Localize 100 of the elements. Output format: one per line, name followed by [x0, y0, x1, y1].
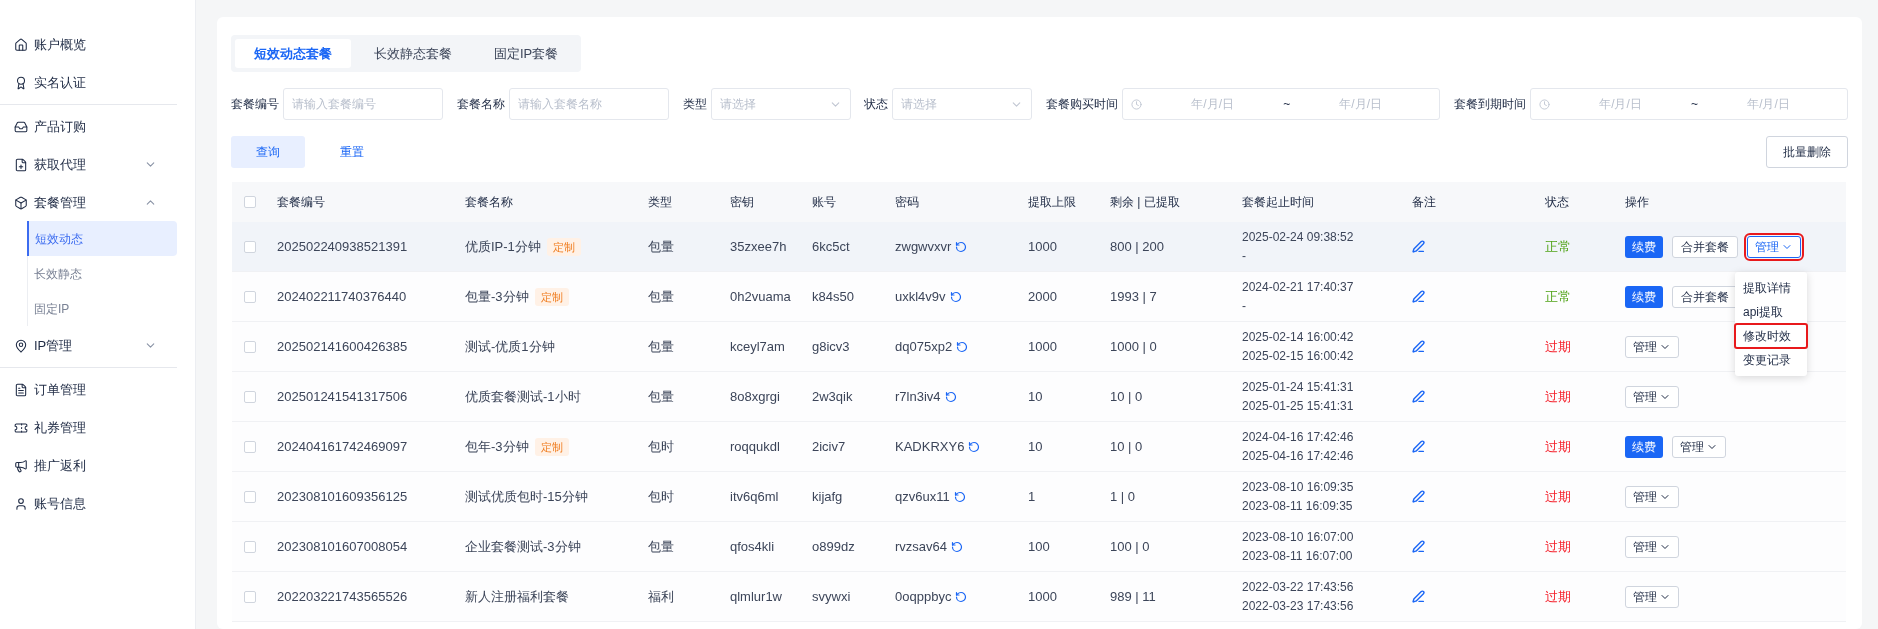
row-checkbox[interactable]: [244, 290, 256, 303]
refresh-icon[interactable]: [968, 440, 981, 453]
merge-button[interactable]: 合并套餐: [1672, 235, 1738, 258]
select-all-checkbox[interactable]: [244, 196, 256, 208]
tab[interactable]: 固定IP套餐: [475, 39, 578, 68]
table-cell-text: 202402211740376440: [277, 287, 408, 306]
sidebar-item[interactable]: 账户概览: [0, 26, 177, 63]
refresh-icon[interactable]: [951, 540, 964, 553]
column-header: 提取上限: [1028, 194, 1077, 211]
text-input[interactable]: 请输入套餐编号: [283, 88, 443, 120]
table-cell-text: uxkl4v9v: [895, 287, 946, 306]
sidebar-subitem[interactable]: 长效静态: [28, 256, 177, 291]
custom-tag: 定制: [534, 437, 569, 456]
sidebar-item[interactable]: IP管理: [0, 327, 177, 364]
renew-button[interactable]: 续费: [1625, 435, 1663, 458]
edit-icon[interactable]: [1412, 240, 1425, 253]
table-cell-text: 优质IP-1分钟: [465, 237, 541, 256]
tab[interactable]: 长效静态套餐: [355, 39, 471, 68]
renew-button[interactable]: 续费: [1625, 235, 1663, 258]
table-cell-text: 2022-03-23 17:43:56: [1242, 598, 1354, 615]
manage-dropdown-button[interactable]: 管理: [1672, 435, 1726, 458]
table-cell-text: 0h2vuama: [730, 287, 792, 306]
manage-dropdown-button[interactable]: 管理: [1625, 335, 1679, 358]
sidebar-item[interactable]: 账号信息: [0, 485, 177, 522]
sidebar-item[interactable]: 推广返利: [0, 447, 177, 484]
manage-dropdown-button[interactable]: 管理: [1625, 485, 1679, 508]
table-cell-text: 2023-08-10 16:07:00: [1242, 529, 1354, 546]
edit-icon[interactable]: [1412, 390, 1425, 403]
table-cell-text: 1: [1028, 487, 1037, 506]
sidebar-item[interactable]: 实名认证: [0, 64, 177, 101]
table-cell-text: 989 | 11: [1110, 587, 1157, 606]
table-cell-text: 100: [1028, 537, 1051, 556]
table-cell-text: 包量: [648, 287, 675, 306]
query-button[interactable]: 查询: [231, 136, 305, 168]
column-header: 类型: [648, 194, 673, 211]
refresh-icon[interactable]: [953, 490, 966, 503]
filter-label: 状态: [864, 96, 889, 113]
refresh-icon[interactable]: [944, 390, 957, 403]
status-text: 过期: [1545, 437, 1572, 456]
table-cell-text: 包时: [648, 487, 675, 506]
edit-icon[interactable]: [1412, 440, 1425, 453]
menu-item[interactable]: 变更记录: [1735, 347, 1807, 372]
table-cell-text: 包量-3分钟: [465, 287, 529, 306]
menu-item[interactable]: api提取: [1735, 299, 1807, 324]
nav-icon: [14, 195, 28, 210]
batch-delete-button[interactable]: 批量删除: [1766, 136, 1848, 168]
manage-dropdown-button[interactable]: 管理: [1625, 535, 1679, 558]
text-input[interactable]: 请输入套餐名称: [508, 88, 669, 120]
edit-icon[interactable]: [1412, 490, 1425, 503]
table-cell-text: 10 | 0: [1110, 437, 1144, 456]
refresh-icon[interactable]: [949, 290, 962, 303]
refresh-icon[interactable]: [956, 340, 969, 353]
table-cell-text: -: [1242, 298, 1246, 315]
sidebar-item[interactable]: 订单管理: [0, 371, 177, 408]
table-cell-text: 2000: [1028, 287, 1058, 306]
edit-icon[interactable]: [1412, 590, 1425, 603]
sidebar-subitem[interactable]: 短效动态: [27, 221, 177, 256]
table-cell-text: 包量: [648, 337, 675, 356]
date-range-field[interactable]: 年/月/日 ~ 年/月/日: [1122, 88, 1441, 120]
row-checkbox[interactable]: [244, 340, 256, 353]
manage-dropdown-button[interactable]: 管理: [1747, 235, 1801, 258]
sidebar-item[interactable]: 产品订购: [0, 108, 177, 145]
sidebar-item[interactable]: 获取代理: [0, 146, 177, 183]
refresh-icon[interactable]: [955, 590, 968, 603]
manage-dropdown-button[interactable]: 管理: [1625, 385, 1679, 408]
menu-item[interactable]: 修改时效: [1735, 323, 1807, 348]
clock-icon: [1539, 98, 1550, 110]
row-checkbox[interactable]: [244, 540, 256, 553]
row-checkbox[interactable]: [244, 390, 256, 403]
manage-dropdown-button[interactable]: 管理: [1625, 585, 1679, 608]
refresh-icon[interactable]: [955, 240, 968, 253]
row-checkbox[interactable]: [244, 490, 256, 503]
table-cell-text: 202203221743565526: [277, 587, 409, 606]
table-cell-text: 2iciv7: [812, 437, 847, 456]
filter-label: 类型: [682, 96, 707, 113]
table-cell-text: 2024-04-16 17:42:46: [1242, 429, 1354, 446]
row-checkbox[interactable]: [244, 440, 256, 453]
nav-icon: [14, 37, 28, 52]
date-range-field[interactable]: 年/月/日 ~ 年/月/日: [1530, 88, 1848, 120]
table-cell-text: 1000: [1028, 587, 1058, 606]
sidebar-item[interactable]: 套餐管理: [0, 184, 177, 221]
tab[interactable]: 短效动态套餐: [235, 39, 351, 68]
edit-icon[interactable]: [1412, 540, 1425, 553]
table-cell-text: qzv6ux11: [895, 487, 950, 506]
renew-button[interactable]: 续费: [1625, 285, 1663, 308]
table-cell-text: 800 | 200: [1110, 237, 1165, 256]
reset-button[interactable]: 重置: [315, 136, 389, 168]
status-text: 正常: [1545, 287, 1572, 306]
sidebar-subitem[interactable]: 固定IP: [28, 291, 177, 326]
row-checkbox[interactable]: [244, 590, 256, 603]
column-header: 操作: [1625, 194, 1650, 211]
row-checkbox[interactable]: [244, 240, 256, 253]
custom-tag: 定制: [546, 237, 581, 256]
status-text: 过期: [1545, 387, 1572, 406]
merge-button[interactable]: 合并套餐: [1672, 285, 1738, 308]
edit-icon[interactable]: [1412, 340, 1425, 353]
edit-icon[interactable]: [1412, 290, 1425, 303]
menu-item[interactable]: 提取详情: [1735, 275, 1807, 300]
sidebar-item[interactable]: 礼券管理: [0, 409, 177, 446]
column-header: 套餐名称: [465, 194, 514, 211]
